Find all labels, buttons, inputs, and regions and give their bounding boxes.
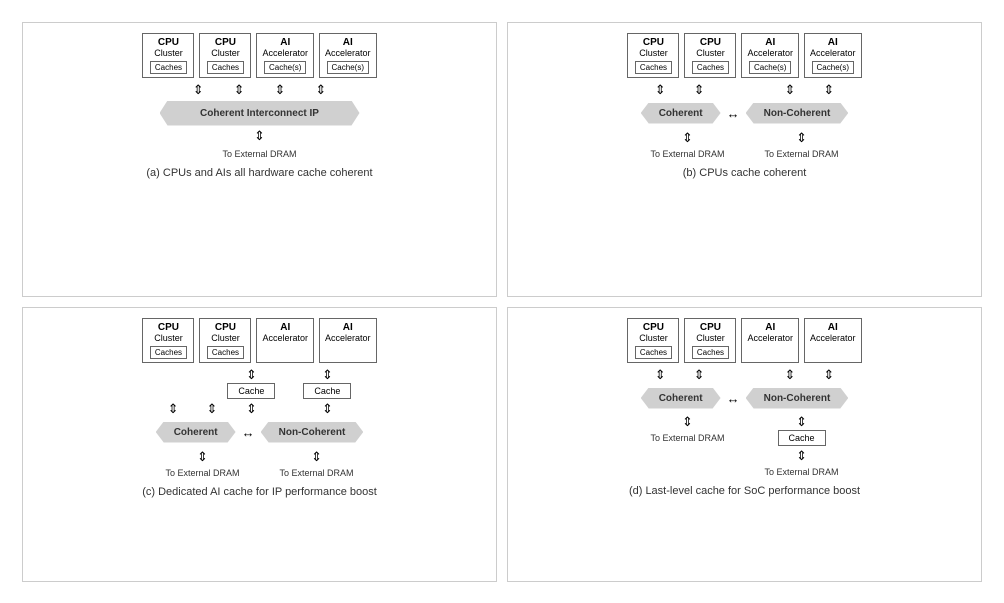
coherent-banner-d: Coherent bbox=[641, 388, 721, 409]
dram-label-c1: To External DRAM bbox=[165, 468, 239, 478]
dram-label-b1: To External DRAM bbox=[650, 149, 724, 159]
dram-label-a: To External DRAM bbox=[222, 149, 296, 159]
banner-row-b: Coherent ↔ Non-Coherent bbox=[641, 103, 849, 124]
top-boxes-a: CPU Cluster Caches CPU Cluster Caches AI… bbox=[142, 33, 376, 78]
mid-cache-c: Cache bbox=[227, 383, 275, 399]
dram-row-b: ⇕ To External DRAM ⇕ To External DRAM bbox=[650, 130, 838, 161]
unit-cpu1-a: CPU Cluster Caches bbox=[142, 33, 194, 78]
dram-label-d2: To External DRAM bbox=[765, 467, 839, 477]
diagram-c: CPU Cluster Caches CPU Cluster Caches AI… bbox=[22, 307, 497, 582]
top-boxes-d: CPU Cluster Caches CPU Cluster Caches AI… bbox=[627, 318, 861, 363]
arrows-b: ⇕ ⇕ ⇕ ⇕ bbox=[655, 82, 835, 98]
unit-ai1-d: AI Accelerator bbox=[741, 318, 799, 363]
horiz-arrow-d: ↔ bbox=[727, 391, 740, 406]
title-d: (d) Last-level cache for SoC performance… bbox=[629, 485, 860, 497]
horiz-arrow-b: ↔ bbox=[727, 106, 740, 121]
unit-cpu1-b: CPU Cluster Caches bbox=[627, 33, 679, 78]
arrow-down-a: ⇕ bbox=[254, 128, 265, 144]
arrows-a: ⇕ ⇕ ⇕ ⇕ bbox=[193, 82, 327, 98]
unit-ai2-c: AI Accelerator bbox=[319, 318, 377, 363]
banner-row-d: Coherent ↔ Non-Coherent bbox=[641, 388, 849, 409]
diagram-b: CPU Cluster Caches CPU Cluster Caches AI… bbox=[507, 22, 982, 297]
unit-cpu1-d: CPU Cluster Caches bbox=[627, 318, 679, 363]
horiz-arrow-c: ↔ bbox=[242, 425, 255, 440]
noncoherent-banner-b: Non-Coherent bbox=[746, 103, 849, 124]
top-boxes-b: CPU Cluster Caches CPU Cluster Caches AI… bbox=[627, 33, 861, 78]
title-b: (b) CPUs cache coherent bbox=[683, 167, 807, 179]
title-a: (a) CPUs and AIs all hardware cache cohe… bbox=[146, 167, 372, 179]
dram-label-d1: To External DRAM bbox=[650, 433, 724, 443]
main-container: CPU Cluster Caches CPU Cluster Caches AI… bbox=[12, 12, 992, 592]
unit-cpu1-c: CPU Cluster Caches bbox=[142, 318, 194, 363]
bottom-section-d: ⇕ To External DRAM ⇕ Cache ⇕ To External… bbox=[650, 414, 838, 479]
unit-cpu2-a: CPU Cluster Caches bbox=[199, 33, 251, 78]
unit-ai2-d: AI Accelerator bbox=[804, 318, 862, 363]
top-boxes-c: CPU Cluster Caches CPU Cluster Caches AI… bbox=[142, 318, 376, 363]
diagram-d: CPU Cluster Caches CPU Cluster Caches AI… bbox=[507, 307, 982, 582]
interconnect-banner-a: Coherent Interconnect IP bbox=[160, 101, 360, 126]
banner-row-c: Coherent ↔ Non-Coherent bbox=[156, 422, 364, 443]
unit-cpu2-c: CPU Cluster Caches bbox=[199, 318, 251, 363]
noncoherent-banner-d: Non-Coherent bbox=[746, 388, 849, 409]
dram-row-c: ⇕ To External DRAM ⇕ To External DRAM bbox=[165, 449, 353, 480]
dram-label-c2: To External DRAM bbox=[280, 468, 354, 478]
unit-ai1-c: AI Accelerator bbox=[256, 318, 314, 363]
unit-ai2-a: AI Accelerator Cache(s) bbox=[319, 33, 377, 78]
unit-cpu2-b: CPU Cluster Caches bbox=[684, 33, 736, 78]
unit-cpu2-d: CPU Cluster Caches bbox=[684, 318, 736, 363]
coherent-banner-b: Coherent bbox=[641, 103, 721, 124]
diagram-a: CPU Cluster Caches CPU Cluster Caches AI… bbox=[22, 22, 497, 297]
unit-ai2-b: AI Accelerator Cache(s) bbox=[804, 33, 862, 78]
mid-section-c: ⇕ ⇕ ⇕ Cache ⇕ ⇕ Cache ⇕ bbox=[168, 367, 352, 417]
unit-ai1-b: AI Accelerator Cache(s) bbox=[741, 33, 799, 78]
coherent-banner-c: Coherent bbox=[156, 422, 236, 443]
dram-label-b2: To External DRAM bbox=[765, 149, 839, 159]
bottom-cache-d: Cache bbox=[778, 430, 826, 446]
arrows-d: ⇕ ⇕ ⇕ ⇕ bbox=[655, 367, 835, 383]
title-c: (c) Dedicated AI cache for IP performanc… bbox=[142, 486, 377, 498]
noncoherent-banner-c: Non-Coherent bbox=[261, 422, 364, 443]
unit-ai1-a: AI Accelerator Cache(s) bbox=[256, 33, 314, 78]
